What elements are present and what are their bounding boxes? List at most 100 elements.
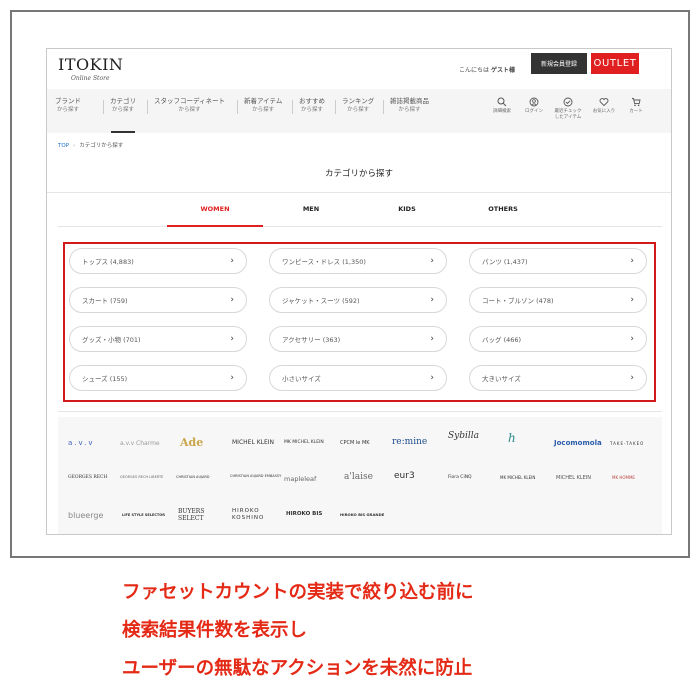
brand-logo[interactable]: re:mine [392, 437, 427, 447]
category-label: ワンピース・ドレス (1,350) [282, 258, 366, 266]
brand-logo[interactable]: Sybilla [448, 431, 479, 441]
brand-logo[interactable]: MICHEL KLEIN [556, 475, 591, 481]
brand-logo[interactable]: blueerge [68, 511, 103, 520]
brand-logo[interactable]: HIROKO BIS [286, 511, 322, 517]
brand-logo[interactable]: Ade [180, 436, 203, 449]
nav-item-label: カテゴリ [110, 97, 136, 105]
category-coat-blouson[interactable]: コート・ブルゾン (478) › [469, 287, 647, 313]
category-onepiece-dress[interactable]: ワンピース・ドレス (1,350) › [269, 248, 447, 274]
brand-logo[interactable]: CHRISTIAN AUJARD [176, 475, 210, 479]
screenshot-frame: ITOKIN Online Store こんにちは ゲスト様 新規会員登録 OU… [10, 10, 690, 558]
nav-item-magazine[interactable]: 雑誌掲載商品 から探す [390, 97, 429, 115]
nav-divider [147, 100, 148, 114]
caption-line-1: ファセットカウントの実装で絞り込む前に [122, 582, 474, 603]
brand-logo[interactable]: TAKE-TAKEO [610, 441, 644, 446]
category-jacket-suit[interactable]: ジャケット・スーツ (592) › [269, 287, 447, 313]
category-tops[interactable]: トップス (4,883) › [69, 248, 247, 274]
brand-logo[interactable]: eur3 [394, 471, 415, 481]
nav-item-label: 新着アイテム [244, 97, 283, 105]
nav-item-sublabel: から探す [178, 107, 201, 113]
nav-item-sublabel: から探す [347, 107, 370, 113]
category-accessories[interactable]: アクセサリー (363) › [269, 326, 447, 352]
login-button[interactable]: ログイン [519, 97, 549, 115]
nav-item-brand[interactable]: ブランド から探す [55, 97, 81, 115]
register-button[interactable]: 新規会員登録 [531, 53, 587, 74]
nav-item-recommended[interactable]: おすすめ から探す [299, 97, 325, 115]
breadcrumb-separator: › [73, 143, 76, 149]
chevron-right-icon: › [430, 295, 434, 305]
nav-item-label: 雑誌掲載商品 [390, 97, 429, 105]
category-label: グッズ・小物 (701) [82, 336, 141, 344]
brand-logo[interactable]: LIFE STYLE SELECTOR [122, 513, 165, 517]
divider [47, 192, 671, 193]
chevron-right-icon: › [230, 334, 234, 344]
login-label: ログイン [525, 109, 543, 114]
category-goods[interactable]: グッズ・小物 (701) › [69, 326, 247, 352]
category-label: パンツ (1,437) [482, 258, 528, 266]
greeting: こんにちは ゲスト様 [459, 65, 515, 74]
breadcrumb-top-link[interactable]: TOP [58, 143, 69, 149]
brand-logo[interactable]: Fiora CiNQ [448, 475, 472, 480]
search-button[interactable]: 詳細検索 [487, 97, 517, 115]
page-title: カテゴリから探す [324, 169, 393, 179]
nav-item-category[interactable]: カテゴリ から探す [110, 97, 136, 115]
chevron-right-icon: › [430, 373, 434, 383]
tab-active-underline [167, 225, 263, 227]
brand-logo[interactable]: GEORGES RECH [68, 475, 107, 480]
brand-logo[interactable]: GEORGES RECH LIBERTÉ [120, 475, 163, 479]
category-shoes[interactable]: シューズ (155) › [69, 365, 247, 391]
category-label: バッグ (466) [482, 336, 522, 344]
chevron-right-icon: › [630, 256, 634, 266]
brand-logo[interactable]: CPCM le MK [340, 440, 370, 446]
category-bags[interactable]: バッグ (466) › [469, 326, 647, 352]
category-small-sizes[interactable]: 小さいサイズ › [269, 365, 447, 391]
tab-women[interactable]: WOMEN [167, 205, 263, 213]
brand-logo-strip: a.v.v a.v.v Charme Ade MICHEL KLEIN MK M… [58, 417, 662, 534]
site-logo[interactable]: ITOKIN [58, 55, 123, 74]
brand-logo[interactable]: mapleleaf [284, 475, 316, 483]
favorites-button[interactable]: お気に入り [589, 97, 619, 115]
category-skirt[interactable]: スカート (759) › [69, 287, 247, 313]
brand-logo[interactable]: MK MICHEL KLEIN [500, 475, 535, 480]
recent-items-label: 最近チェック したアイテム [554, 109, 582, 120]
chevron-right-icon: › [630, 295, 634, 305]
recent-items-button[interactable]: 最近チェック したアイテム [551, 97, 585, 120]
cart-button[interactable]: カート [623, 97, 649, 115]
brand-logo[interactable]: a.v.v Charme [120, 440, 160, 447]
tab-kids[interactable]: KIDS [359, 205, 455, 213]
brand-logo[interactable]: h [508, 431, 516, 445]
category-label: トップス (4,883) [82, 258, 134, 266]
category-label: シューズ (155) [82, 375, 128, 383]
category-label: スカート (759) [82, 297, 128, 305]
brand-logo[interactable]: MICHEL KLEIN [232, 439, 274, 446]
brand-logo[interactable]: a'laise [344, 472, 373, 482]
site-logo-sub: Online Store [71, 75, 110, 82]
login-icon [529, 97, 539, 107]
outlet-button[interactable]: OUTLET [591, 53, 639, 74]
category-pants[interactable]: パンツ (1,437) › [469, 248, 647, 274]
brand-logo[interactable]: MK HOMME [612, 475, 635, 480]
breadcrumb: TOP › カテゴリから探す [58, 141, 123, 149]
divider [58, 411, 662, 412]
category-large-sizes[interactable]: 大きいサイズ › [469, 365, 647, 391]
nav-divider [383, 100, 384, 114]
nav-item-label: ランキング [342, 97, 375, 105]
brand-logo[interactable]: a.v.v [68, 439, 94, 447]
brand-logo[interactable]: BUYERS SELECT [178, 508, 218, 522]
nav-divider [237, 100, 238, 114]
greeting-prefix: こんにちは [459, 67, 490, 74]
site-header: ITOKIN Online Store こんにちは ゲスト様 新規会員登録 OU… [47, 49, 671, 89]
tab-others[interactable]: OTHERS [455, 205, 551, 213]
brand-logo[interactable]: CHRISTIAN AUJARD EMBASSY [230, 474, 281, 478]
brand-logo[interactable]: MK MICHEL KLEIN [284, 440, 324, 445]
tab-men[interactable]: MEN [263, 205, 359, 213]
brand-logo[interactable]: HIROKO BIS GRANDE [340, 512, 384, 517]
nav-item-staff-coordinate[interactable]: スタッフコーディネート から探す [154, 97, 225, 115]
nav-item-sublabel: から探す [56, 107, 79, 113]
breadcrumb-current: カテゴリから探す [79, 143, 124, 149]
brand-logo[interactable]: Jocomomola [554, 439, 602, 447]
nav-item-new-arrivals[interactable]: 新着アイテム から探す [244, 97, 282, 115]
category-label: アクセサリー (363) [282, 336, 341, 344]
nav-item-ranking[interactable]: ランキング から探す [342, 97, 374, 115]
brand-logo[interactable]: HIROKO KOSHINO [232, 508, 272, 522]
